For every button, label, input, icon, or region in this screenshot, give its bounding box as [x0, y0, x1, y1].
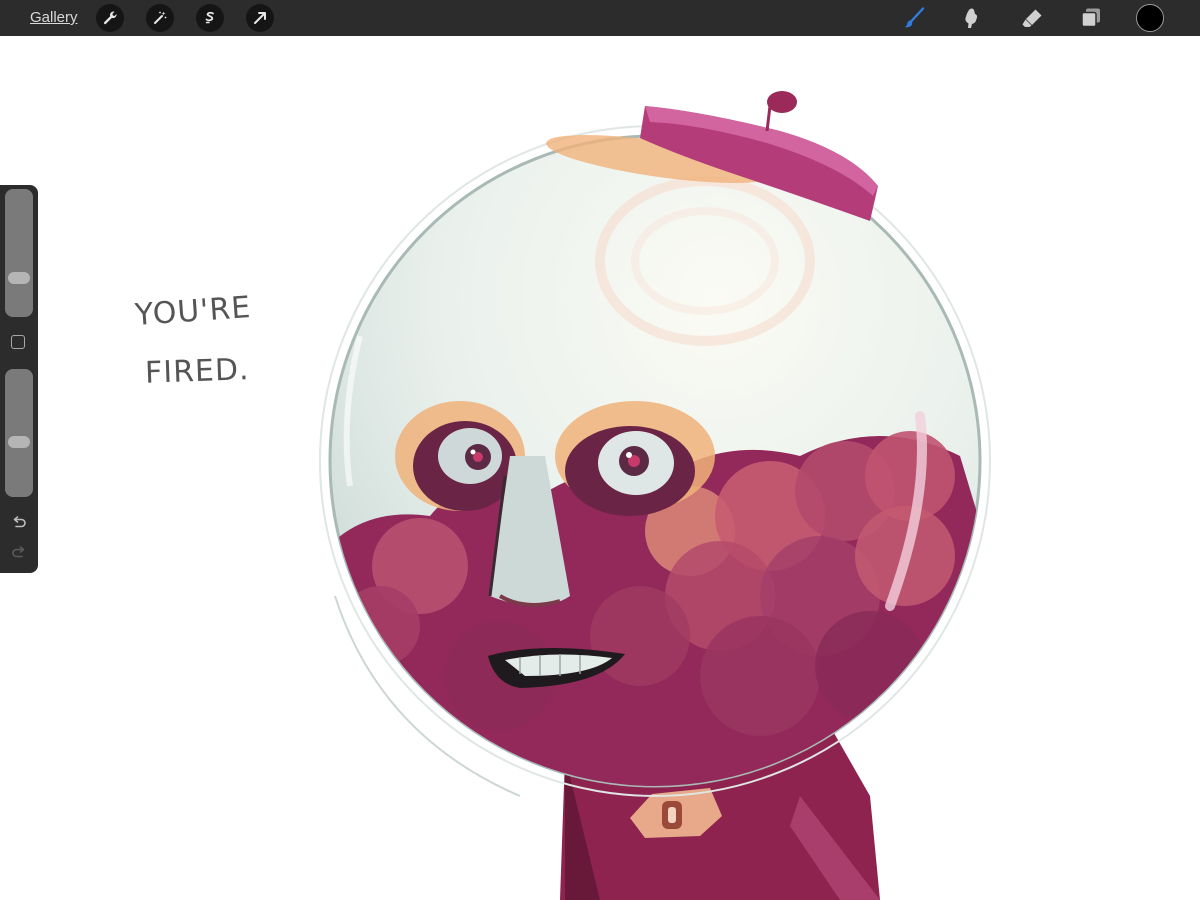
actions-button[interactable]	[96, 4, 124, 32]
wrench-icon	[103, 11, 117, 25]
magic-wand-icon	[154, 11, 167, 24]
layers-button[interactable]	[1077, 4, 1105, 32]
caption-line-2: FIRED.	[144, 352, 251, 391]
arrow-icon	[254, 12, 266, 24]
cap-knob	[767, 91, 797, 113]
brush-icon	[904, 7, 925, 28]
gumball-machine-painting	[319, 91, 991, 900]
layers-icon	[1081, 8, 1100, 28]
brush-tool-button[interactable]	[900, 4, 928, 32]
transform-button[interactable]	[246, 4, 274, 32]
drawing-canvas[interactable]: YOU'RE FIRED.	[0, 36, 1200, 900]
procreate-app: Gallery YOU'RE FIRED.	[0, 0, 1200, 900]
color-picker-swatch[interactable]	[1136, 4, 1164, 32]
top-toolbar: Gallery	[0, 0, 1200, 36]
eraser-icon	[1022, 9, 1042, 27]
smudge-tool-button[interactable]	[958, 4, 986, 32]
eraser-tool-button[interactable]	[1018, 4, 1046, 32]
adjustments-button[interactable]	[146, 4, 174, 32]
selection-button[interactable]	[196, 4, 224, 32]
smudge-icon	[965, 8, 978, 28]
gallery-button[interactable]: Gallery	[30, 9, 78, 26]
selection-s-icon	[205, 11, 214, 24]
